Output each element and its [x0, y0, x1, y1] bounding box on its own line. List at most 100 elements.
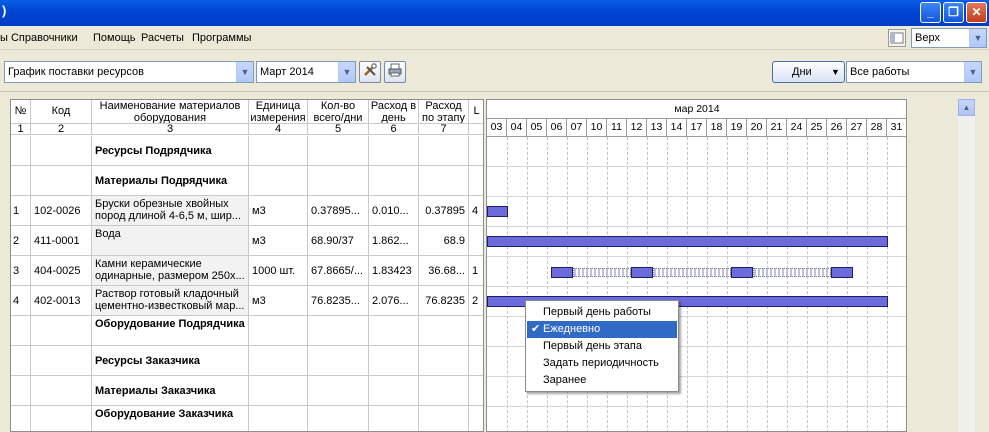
column-number: 3 — [92, 124, 249, 135]
cell-qty — [308, 166, 369, 196]
cell-extra: 4 — [469, 196, 483, 226]
cell-stage — [419, 316, 469, 346]
restore-button[interactable]: ❐ — [943, 2, 964, 23]
context-menu-item[interactable]: Первый день работы — [527, 304, 677, 321]
window-title: ) — [2, 3, 7, 18]
menu-calculations[interactable]: Расчеты — [141, 32, 184, 44]
gantt-gridline — [787, 137, 788, 431]
gantt-bar[interactable] — [551, 267, 573, 278]
cell-stage: 0.37895 — [419, 196, 469, 226]
table-row[interactable]: 2 411-0001 Вода м3 68.90/37 1.862... 68.9 — [11, 226, 483, 256]
column-number: 4 — [249, 124, 308, 135]
cell-extra — [469, 136, 483, 166]
column-header[interactable]: Кол-во всего/дни — [308, 100, 369, 124]
cell-unit: 1000 шт. — [249, 256, 308, 286]
cell-perday: 2.076... — [369, 286, 419, 316]
gantt-day-header: 24 — [787, 119, 807, 137]
cell-name: Ресурсы Подрядчика — [92, 136, 249, 166]
cell-extra — [469, 166, 483, 196]
gantt-row-line — [487, 226, 906, 227]
cell-name: Оборудование Подрядчика — [92, 316, 249, 346]
chevron-down-icon: ▼ — [969, 29, 986, 47]
table-row[interactable]: 3 404-0025 Камни керамические одинарные, р… — [11, 256, 483, 286]
column-header[interactable]: Расход в день — [369, 100, 419, 124]
gantt-bar[interactable] — [487, 206, 508, 217]
group-row[interactable]: Оборудование Подрядчика — [11, 316, 483, 346]
print-button[interactable] — [384, 61, 406, 83]
group-row[interactable]: Материалы Заказчика — [11, 376, 483, 406]
gantt-day-header: 03 — [487, 119, 507, 137]
column-number: 2 — [31, 124, 92, 135]
column-number — [469, 124, 483, 135]
cell-qty: 67.8665/... — [308, 256, 369, 286]
gantt-bar[interactable] — [631, 267, 653, 278]
context-menu-item[interactable]: Задать периодичность — [527, 355, 677, 372]
filter-select[interactable]: Все работы ▼ — [846, 61, 982, 83]
column-header[interactable]: Расход по этапу — [419, 100, 469, 124]
cell-perday — [369, 346, 419, 376]
cell-extra — [469, 346, 483, 376]
column-header[interactable]: Код — [31, 100, 92, 124]
tools-button[interactable] — [359, 61, 381, 83]
scroll-up-icon[interactable]: ▲ — [958, 99, 975, 116]
cell-qty — [308, 136, 369, 166]
cell-stage: 68.9 — [419, 226, 469, 256]
gantt-row-line — [487, 256, 906, 257]
days-label: Дни — [792, 66, 812, 78]
cell-extra — [469, 316, 483, 346]
menu-help[interactable]: Помощь — [93, 32, 136, 44]
gantt-day-header: 26 — [827, 119, 847, 137]
context-menu-item[interactable]: ✔ Ежедневно — [527, 321, 677, 338]
cell-extra — [469, 406, 483, 431]
group-row[interactable]: Ресурсы Подрядчика — [11, 136, 483, 166]
gantt-dotted-span[interactable] — [753, 268, 831, 277]
table-row[interactable]: 4 402-0013 Раствор готовый кладочный цемен… — [11, 286, 483, 316]
context-menu: Первый день работы ✔ Ежедневно Первый день … — [525, 300, 679, 392]
close-button[interactable]: ✕ — [966, 2, 987, 23]
column-header[interactable]: Наименование материалов оборудования — [92, 100, 249, 124]
cell-name: Материалы Заказчика — [92, 376, 249, 406]
gantt-bar[interactable] — [487, 236, 888, 247]
gantt-day-header: 31 — [887, 119, 906, 137]
gantt-day-header: 11 — [607, 119, 627, 137]
gantt-gridline — [747, 137, 748, 431]
cell-no — [11, 406, 31, 431]
column-header[interactable]: № — [11, 100, 31, 124]
group-row[interactable]: Ресурсы Заказчика — [11, 346, 483, 376]
month-select[interactable]: Март 2014 ▼ — [256, 61, 356, 83]
report-select[interactable]: График поставки ресурсов ▼ — [4, 61, 254, 83]
check-icon: ✔ — [531, 323, 541, 335]
menu-programs[interactable]: Программы — [192, 32, 251, 44]
gantt-day-header: 27 — [847, 119, 867, 137]
group-row[interactable]: Материалы Подрядчика — [11, 166, 483, 196]
table-row[interactable]: 1 102-0026 Бруски обрезные хвойных пород д… — [11, 196, 483, 226]
position-select[interactable]: Верх ▼ — [911, 28, 987, 48]
gantt-dotted-span[interactable] — [653, 268, 731, 277]
cell-no — [11, 346, 31, 376]
minimize-button[interactable]: _ — [920, 2, 941, 23]
gantt-gridline — [507, 137, 508, 431]
panel-icon[interactable] — [888, 29, 906, 47]
group-row[interactable]: Оборудование Заказчика — [11, 406, 483, 431]
column-header[interactable]: Единица измерения — [249, 100, 308, 124]
gantt-dotted-span[interactable] — [573, 268, 631, 277]
gantt-bar[interactable] — [831, 267, 853, 278]
context-menu-item[interactable]: Заранее — [527, 372, 677, 389]
cell-name: Бруски обрезные хвойных пород длиной 4-6… — [92, 196, 249, 226]
vertical-scrollbar[interactable]: ▲ — [958, 99, 975, 432]
gantt-day-header: 10 — [587, 119, 607, 137]
days-button[interactable]: Дни ▼ — [772, 61, 845, 83]
cell-code — [31, 166, 92, 196]
gantt-bar[interactable] — [731, 267, 753, 278]
cell-stage: 36.68... — [419, 256, 469, 286]
filter-value: Все работы — [850, 66, 910, 78]
context-menu-item[interactable]: Первый день этапа — [527, 338, 677, 355]
menu-references[interactable]: ы Справочники — [0, 32, 78, 44]
cell-name: Раствор готовый кладочный цементно-извес… — [92, 286, 249, 316]
cell-unit — [249, 346, 308, 376]
context-menu-label: Заранее — [543, 374, 587, 386]
gantt-row-line — [487, 196, 906, 197]
gantt-gridline — [827, 137, 828, 431]
column-header[interactable]: L — [469, 100, 483, 124]
cell-perday — [369, 316, 419, 346]
